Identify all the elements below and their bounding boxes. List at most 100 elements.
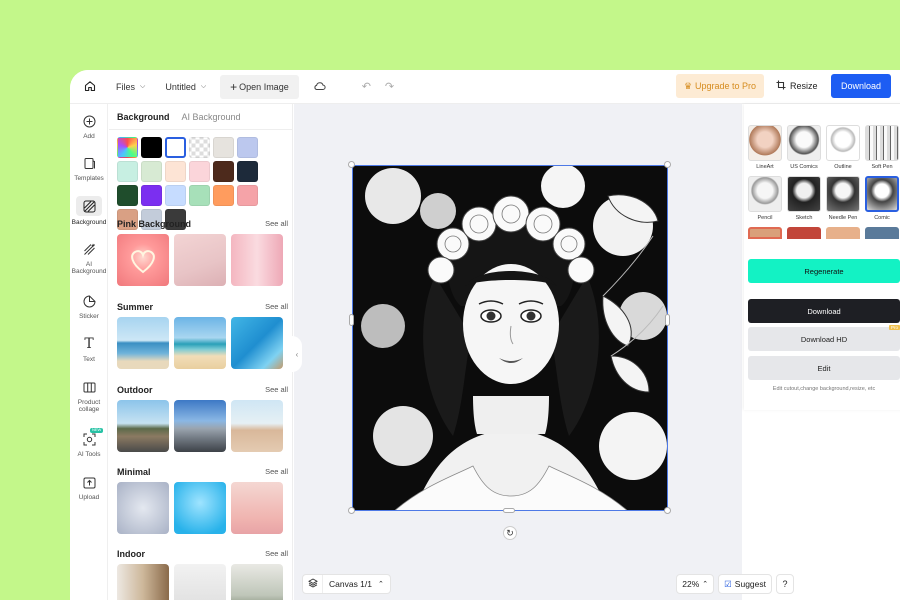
canvas-page-selector[interactable]: Canvas 1/1 ⌃: [323, 579, 390, 589]
download-button[interactable]: Download: [831, 74, 891, 98]
tab-ai-background[interactable]: AI Background: [182, 112, 241, 122]
style-preview-partial[interactable]: [787, 227, 821, 239]
resize-handle[interactable]: [348, 507, 355, 514]
background-thumbnail[interactable]: [174, 564, 226, 600]
color-swatch[interactable]: [141, 137, 162, 158]
style-preview: [865, 125, 899, 161]
see-all-link[interactable]: See all: [265, 467, 288, 476]
canvas-area[interactable]: ‹ ↻ Canvas 1/1 ⌃ 22% ⌃ ☑ Suggest ?: [292, 104, 794, 600]
rail-label: Add: [83, 133, 95, 140]
background-thumbnail[interactable]: [174, 317, 226, 369]
style-grid: LineArt US Comics Outline Soft Pen Penci…: [748, 125, 899, 239]
background-thumbnail[interactable]: [117, 400, 169, 452]
see-all-link[interactable]: See all: [265, 219, 288, 228]
color-swatch[interactable]: [117, 161, 138, 182]
see-all-link[interactable]: See all: [265, 385, 288, 394]
color-swatch[interactable]: [141, 185, 162, 206]
see-all-link[interactable]: See all: [265, 549, 288, 558]
undo-button[interactable]: ↶: [356, 75, 377, 99]
rail-item-text[interactable]: T Text: [70, 335, 108, 363]
section-title: Minimal: [117, 467, 151, 477]
rail-item-sticker[interactable]: Sticker: [70, 292, 108, 320]
rail-item-add[interactable]: Add: [70, 112, 108, 140]
cloud-sync-button[interactable]: [307, 75, 332, 99]
color-swatch[interactable]: [165, 137, 186, 158]
color-swatch[interactable]: [237, 185, 258, 206]
help-button[interactable]: ?: [776, 574, 794, 594]
color-swatch[interactable]: [189, 185, 210, 206]
style-preview-partial[interactable]: [865, 227, 899, 239]
rail-item-templates[interactable]: Templates: [70, 154, 108, 182]
color-swatch[interactable]: [165, 185, 186, 206]
regenerate-button[interactable]: Regenerate: [748, 259, 900, 283]
download-hd-button[interactable]: Download HD Pro: [748, 325, 900, 351]
resize-handle[interactable]: [664, 161, 671, 168]
style-label: US Comics: [790, 164, 818, 170]
background-thumbnail[interactable]: [231, 234, 283, 286]
background-thumbnail[interactable]: [117, 234, 169, 286]
open-image-button[interactable]: + Open Image: [220, 74, 299, 99]
background-thumbnail[interactable]: [117, 482, 169, 534]
color-swatch[interactable]: [237, 161, 258, 182]
color-swatch[interactable]: [213, 185, 234, 206]
style-option-comic[interactable]: Comic: [865, 176, 899, 221]
style-option-soft-pen[interactable]: Soft Pen: [865, 125, 899, 170]
rail-label: Sticker: [79, 313, 99, 320]
background-thumbnail[interactable]: [174, 400, 226, 452]
collapse-panel-button[interactable]: ‹: [292, 336, 302, 372]
redo-button[interactable]: ↷: [379, 75, 400, 99]
home-button[interactable]: [80, 75, 100, 99]
background-thumbnail[interactable]: [231, 400, 283, 452]
color-swatch[interactable]: [141, 161, 162, 182]
rail-item-ai-background[interactable]: AI Background: [70, 240, 108, 276]
resize-handle[interactable]: [503, 508, 515, 513]
layers-button[interactable]: [303, 575, 323, 593]
section-title: Pink Background: [117, 219, 192, 229]
resize-button[interactable]: Resize: [776, 74, 818, 98]
resize-handle[interactable]: [348, 161, 355, 168]
color-swatch[interactable]: [189, 161, 210, 182]
color-swatch[interactable]: [117, 137, 138, 158]
rail-item-upload[interactable]: Upload: [70, 473, 108, 501]
color-swatch[interactable]: [213, 161, 234, 182]
style-option-lineart[interactable]: LineArt: [748, 125, 782, 170]
rotate-handle[interactable]: ↻: [503, 526, 517, 540]
background-thumbnail[interactable]: [231, 317, 283, 369]
style-preview-partial[interactable]: [748, 227, 782, 239]
rail-item-product-collage[interactable]: Product collage: [70, 378, 108, 414]
edit-button[interactable]: Edit: [748, 356, 900, 380]
zoom-selector[interactable]: 22% ⌃: [676, 574, 715, 594]
document-title-menu[interactable]: Untitled ⌵: [159, 75, 212, 99]
color-swatch[interactable]: [165, 161, 186, 182]
style-preview-partial[interactable]: [826, 227, 860, 239]
background-thumbnail[interactable]: [174, 482, 226, 534]
resize-handle[interactable]: [349, 314, 354, 326]
document-title: Untitled: [165, 81, 196, 92]
tab-background[interactable]: Background: [117, 112, 170, 122]
see-all-link[interactable]: See all: [265, 302, 288, 311]
style-option-outline[interactable]: Outline: [826, 125, 860, 170]
undo-icon: ↶: [361, 81, 371, 93]
color-swatch[interactable]: [189, 137, 210, 158]
download-result-button[interactable]: Download: [748, 299, 900, 323]
upgrade-button[interactable]: ♛ Upgrade to Pro: [676, 74, 764, 98]
artwork-image[interactable]: [352, 165, 668, 511]
style-option-needle-pen[interactable]: Needle Pen: [826, 176, 860, 221]
background-thumbnail[interactable]: [231, 482, 283, 534]
background-thumbnail[interactable]: [117, 317, 169, 369]
suggest-button[interactable]: ☑ Suggest: [718, 574, 772, 594]
color-swatch[interactable]: [237, 137, 258, 158]
files-menu[interactable]: Files ⌵: [110, 75, 151, 99]
color-swatch[interactable]: [213, 137, 234, 158]
resize-handle[interactable]: [664, 507, 671, 514]
background-thumbnail[interactable]: [174, 234, 226, 286]
color-swatch[interactable]: [117, 185, 138, 206]
style-option-pencil[interactable]: Pencil: [748, 176, 782, 221]
resize-handle[interactable]: [665, 314, 670, 326]
style-option-sketch[interactable]: Sketch: [787, 176, 821, 221]
rail-item-background[interactable]: Background: [70, 196, 108, 226]
background-thumbnail[interactable]: [231, 564, 283, 600]
background-thumbnail[interactable]: [117, 564, 169, 600]
style-option-us-comics[interactable]: US Comics: [787, 125, 821, 170]
rail-item-ai-tools[interactable]: NEW AI Tools: [70, 427, 108, 458]
